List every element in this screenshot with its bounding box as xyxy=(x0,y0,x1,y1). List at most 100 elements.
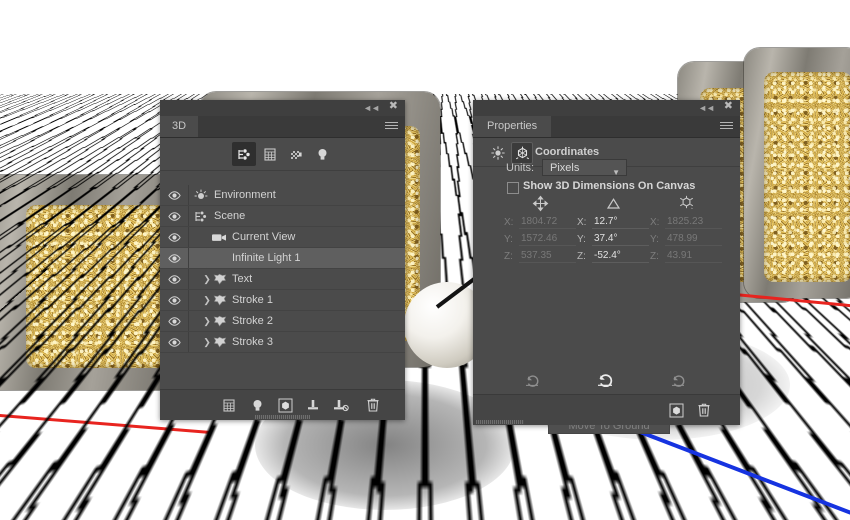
collapse-icon[interactable]: ◄◄ xyxy=(363,103,380,113)
add-mesh-icon[interactable] xyxy=(220,396,238,414)
scale-x-label: X: xyxy=(650,217,660,228)
panel-menu-icon[interactable] xyxy=(720,122,733,131)
rotation-z-label: Z: xyxy=(577,251,586,262)
reset-rotation-button[interactable] xyxy=(592,370,618,390)
photoshop-window: ◄◄ ✖ 3D Environment Scene Current View I… xyxy=(0,0,850,520)
close-icon[interactable]: ✖ xyxy=(389,101,398,112)
rotation-column[interactable]: X: 12.7° Y: 37.4° Z: -52.4° xyxy=(577,192,649,265)
panel-resize-grip[interactable] xyxy=(255,415,310,419)
visibility-toggle-icon[interactable] xyxy=(163,332,185,352)
mesh-icon xyxy=(210,311,228,331)
units-label: Units: xyxy=(506,162,535,174)
3d-filter-row[interactable] xyxy=(160,138,405,171)
visibility-toggle-icon[interactable] xyxy=(163,290,185,310)
lights-filter-icon[interactable] xyxy=(310,142,334,166)
panel-resize-grip[interactable] xyxy=(476,420,524,424)
materials-filter-icon[interactable] xyxy=(284,142,308,166)
panel-menu-icon[interactable] xyxy=(385,122,398,131)
scale-column[interactable]: X: 1825.23 Y: 478.99 Z: 43.91 xyxy=(650,192,722,265)
column-divider xyxy=(188,332,189,352)
properties-panel-footer[interactable] xyxy=(473,394,740,425)
scene-icon xyxy=(192,206,210,226)
add-light-icon[interactable] xyxy=(248,396,266,414)
rotation-x-value[interactable]: 12.7° xyxy=(592,216,649,229)
column-divider xyxy=(188,290,189,310)
layer-row-stroke-3[interactable]: ❯ Stroke 3 xyxy=(160,332,405,353)
rotation-y-value[interactable]: 37.4° xyxy=(592,233,649,246)
mesh-icon xyxy=(210,332,228,352)
3d-panel[interactable]: ◄◄ ✖ 3D Environment Scene Current View I… xyxy=(160,100,405,420)
layer-label: Stroke 2 xyxy=(232,315,273,327)
show-3d-dimensions-label: Show 3D Dimensions On Canvas xyxy=(523,180,696,192)
visibility-toggle-icon[interactable] xyxy=(163,269,185,289)
layer-label: Stroke 1 xyxy=(232,294,273,306)
delete-icon[interactable] xyxy=(695,401,713,419)
units-select[interactable]: Pixels ▼ xyxy=(542,159,627,177)
tab-properties[interactable]: Properties xyxy=(473,116,552,137)
remove-ground-icon[interactable] xyxy=(332,396,350,414)
column-divider xyxy=(188,311,189,331)
position-z-value[interactable]: 537.35 xyxy=(519,250,576,263)
properties-panel[interactable]: ◄◄ ✖ Properties Coordinates Units: Pixel… xyxy=(473,100,740,434)
reset-axis-row[interactable] xyxy=(473,370,740,392)
scale-y-label: Y: xyxy=(650,234,659,245)
column-divider xyxy=(188,248,189,268)
position-x-value[interactable]: 1804.72 xyxy=(519,216,576,229)
visibility-toggle-icon[interactable] xyxy=(163,206,185,226)
mesh-filter-icon[interactable] xyxy=(258,142,282,166)
tab-3d[interactable]: 3D xyxy=(160,116,199,137)
render-icon[interactable] xyxy=(276,396,294,414)
add-ground-icon[interactable] xyxy=(304,396,322,414)
rotation-x-label: X: xyxy=(577,217,587,228)
layer-row-scene[interactable]: Scene xyxy=(160,206,405,227)
position-column[interactable]: X: 1804.72 Y: 1572.46 Z: 537.35 xyxy=(504,192,576,265)
column-divider xyxy=(188,269,189,289)
visibility-toggle-icon[interactable] xyxy=(163,227,185,247)
rotation-y-label: Y: xyxy=(577,234,586,245)
coordinates-icon[interactable] xyxy=(511,142,533,164)
scale-z-label: Z: xyxy=(650,251,659,262)
environment-icon xyxy=(192,185,210,205)
scale-y-value[interactable]: 478.99 xyxy=(665,233,722,246)
layer-row-text[interactable]: ❯ Text xyxy=(160,269,405,290)
add-object-icon[interactable] xyxy=(667,401,685,419)
rotation-z-value[interactable]: -52.4° xyxy=(592,250,649,263)
column-divider xyxy=(188,206,189,226)
rotate-icon[interactable] xyxy=(577,192,649,214)
layer-row-environment[interactable]: Environment xyxy=(160,185,405,206)
gold-letter-y xyxy=(744,48,850,298)
column-divider xyxy=(188,185,189,205)
scale-z-value[interactable]: 43.91 xyxy=(665,250,722,263)
mesh-icon xyxy=(210,269,228,289)
visibility-toggle-icon[interactable] xyxy=(163,311,185,331)
collapse-icon[interactable]: ◄◄ xyxy=(698,103,715,113)
close-icon[interactable]: ✖ xyxy=(724,101,733,112)
visibility-toggle-icon[interactable] xyxy=(163,185,185,205)
layer-label: Scene xyxy=(214,210,246,222)
3d-panel-footer[interactable] xyxy=(160,389,405,420)
layer-row-infinite-light-1[interactable]: Infinite Light 1 xyxy=(160,248,405,269)
reset-scale-button[interactable] xyxy=(665,370,691,390)
reset-position-button[interactable] xyxy=(519,370,545,390)
properties-panel-tabstrip[interactable]: Properties xyxy=(473,116,740,138)
delete-icon[interactable] xyxy=(364,396,382,414)
column-divider xyxy=(188,227,189,247)
layer-label: Environment xyxy=(214,189,276,201)
move-icon[interactable] xyxy=(504,192,576,214)
light-properties-icon[interactable] xyxy=(487,142,509,164)
layer-label: Infinite Light 1 xyxy=(232,252,301,264)
scale-icon[interactable] xyxy=(650,192,722,214)
3d-panel-tabstrip[interactable]: 3D xyxy=(160,116,405,138)
units-select-value: Pixels xyxy=(550,162,580,174)
layer-row-stroke-2[interactable]: ❯ Stroke 2 xyxy=(160,311,405,332)
scale-x-value[interactable]: 1825.23 xyxy=(665,216,722,229)
layer-row-current-view[interactable]: Current View xyxy=(160,227,405,248)
scene-filter-icon[interactable] xyxy=(232,142,256,166)
position-y-value[interactable]: 1572.46 xyxy=(519,233,576,246)
3d-panel-titlebar[interactable]: ◄◄ ✖ xyxy=(160,100,405,116)
3d-layer-list[interactable]: Environment Scene Current View Infinite Lig… xyxy=(160,185,405,384)
visibility-toggle-icon[interactable] xyxy=(163,248,185,268)
layer-row-stroke-1[interactable]: ❯ Stroke 1 xyxy=(160,290,405,311)
chevron-down-icon: ▼ xyxy=(612,168,620,177)
properties-panel-titlebar[interactable]: ◄◄ ✖ xyxy=(473,100,740,116)
